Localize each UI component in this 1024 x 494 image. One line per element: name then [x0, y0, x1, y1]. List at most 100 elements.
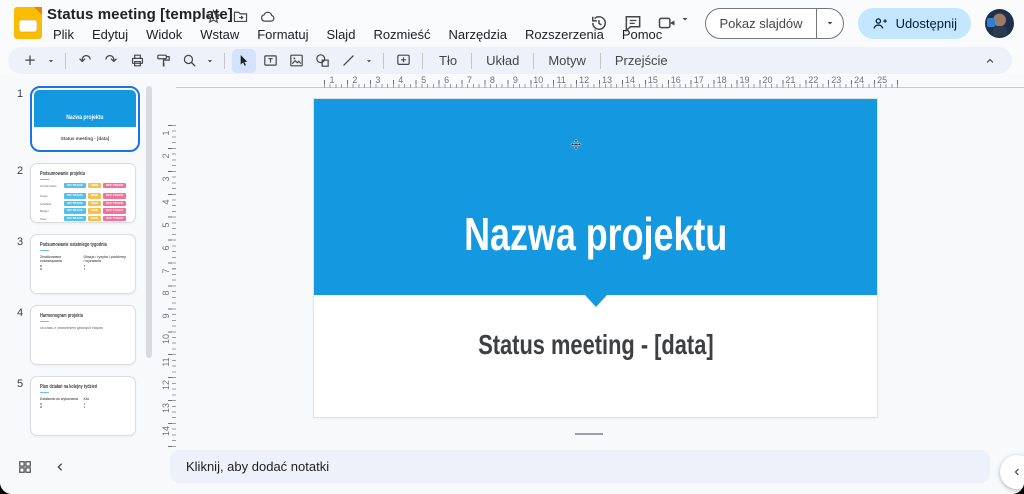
undo-button[interactable]: ↶ [73, 49, 97, 73]
h-ruler-number: 5 [417, 75, 431, 85]
thumb-bullets [84, 265, 128, 270]
cloud-saved-icon[interactable] [259, 8, 276, 25]
print-button[interactable] [125, 49, 149, 73]
thumb-column-header: Zrealizowane zobowiązania [40, 255, 84, 263]
menu-rozmie[interactable]: Rozmieść [366, 25, 437, 44]
toolbar-button-to[interactable]: Tło [430, 50, 466, 71]
slide-thumbnail-2[interactable]: Podsumowanie projektuOverall statusON TR… [30, 163, 136, 223]
redo-button[interactable]: ↷ [99, 49, 123, 73]
thumb-bullets [84, 403, 128, 408]
thumb-accent-dash [40, 179, 49, 180]
filmstrip: 1Nazwa projektuStatus meeting - [data]2P… [0, 86, 160, 436]
h-ruler-number: 4 [394, 75, 408, 85]
insert-shape-button[interactable] [310, 49, 334, 73]
thumb-status-row: ScheduleON TRACKRISKOFF TRACK [40, 201, 129, 206]
star-icon[interactable] [205, 8, 222, 25]
new-slide-button[interactable]: + [18, 49, 42, 73]
menu-slajd[interactable]: Slajd [320, 25, 363, 44]
menu-widok[interactable]: Widok [139, 25, 189, 44]
slide-thumbnail-5[interactable]: Plan działań na kolejny tydzieńDziałania… [30, 376, 136, 436]
h-ruler-number: 21 [783, 75, 797, 85]
h-ruler-number: 14 [623, 75, 637, 85]
paint-format-button[interactable] [151, 49, 175, 73]
menu-formatuj[interactable]: Formatuj [250, 25, 315, 44]
filmstrip-row: 1Nazwa projektuStatus meeting - [data] [0, 86, 160, 152]
slide-thumbnail-1[interactable]: Nazwa projektuStatus meeting - [data] [34, 90, 136, 148]
h-ruler-number: 20 [760, 75, 774, 85]
comments-icon[interactable] [623, 13, 643, 33]
h-ruler-number: 15 [646, 75, 660, 85]
menu-edytuj[interactable]: Edytuj [85, 25, 135, 44]
toolbar-button-ukad[interactable]: Układ [477, 50, 528, 71]
thumb-title: Nazwa projektu [66, 114, 103, 121]
collapse-toolbar-icon[interactable] [978, 49, 1002, 73]
grid-view-button[interactable] [18, 460, 32, 474]
slides-app-icon[interactable] [14, 7, 42, 39]
thumb-accent-dash [40, 392, 49, 393]
collapse-filmstrip-icon[interactable] [52, 459, 68, 475]
present-button[interactable]: Pokaz slajdów [705, 8, 843, 39]
thumb-column-header: Kto [84, 397, 128, 401]
thumb-status-label: Team [40, 217, 60, 221]
thumb-status-row: ScopeON TRACKRISKOFF TRACK [40, 193, 129, 198]
speaker-notes-input[interactable]: Kliknij, aby dodać notatki [170, 450, 990, 483]
slide-subtitle-text[interactable]: Status meeting - [data] [314, 329, 877, 361]
insert-line-button[interactable] [336, 49, 360, 73]
h-ruler-number: 25 [875, 75, 889, 85]
status-badge: ON TRACK [64, 193, 86, 198]
zoom-caret-icon[interactable] [203, 49, 217, 73]
version-history-icon[interactable] [589, 13, 609, 33]
filmstrip-row: 4Harmonogram projektuoś czasu z omówieni… [0, 305, 160, 365]
thumb-accent-dash [40, 321, 49, 322]
h-ruler-number: 22 [806, 75, 820, 85]
h-ruler-number: 7 [463, 75, 477, 85]
menu-plik[interactable]: Plik [46, 25, 81, 44]
new-slide-caret-icon[interactable] [44, 49, 58, 73]
meet-camera-icon[interactable] [657, 13, 677, 33]
zoom-button[interactable] [177, 49, 201, 73]
toolbar-divider [65, 53, 66, 69]
thumb-column-header: Okazje / ryzyka / problemy / wyzwania [84, 255, 128, 263]
account-avatar[interactable] [985, 9, 1014, 38]
icon-slide-glyph [20, 21, 36, 31]
slide-thumbnail-3[interactable]: Podsumowanie ostatniego tygodniaZrealizo… [30, 234, 136, 294]
selected-thumbnail-frame[interactable]: Nazwa projektuStatus meeting - [data] [30, 86, 140, 152]
status-badge: ON TRACK [64, 183, 86, 188]
v-ruler-number: 6 [161, 241, 171, 255]
v-ruler-number: 4 [161, 195, 171, 209]
h-ruler-number: 23 [829, 75, 843, 85]
text-box-button[interactable] [258, 49, 282, 73]
horizontal-ruler: 1234567891011121314151617181920212223242… [176, 75, 1024, 88]
move-to-folder-icon[interactable] [232, 8, 249, 25]
toolbar-button-przejcie[interactable]: Przejście [606, 50, 677, 71]
insert-image-button[interactable] [284, 49, 308, 73]
notes-resize-handle[interactable] [575, 433, 603, 435]
slide-canvas[interactable]: Nazwa projektu Status meeting - [data] [314, 99, 877, 417]
slide-title-text[interactable]: Nazwa projektu [314, 207, 877, 261]
filmstrip-row: 3Podsumowanie ostatniego tygodniaZrealiz… [0, 234, 160, 294]
toolbar-button-motyw[interactable]: Motyw [539, 50, 595, 71]
share-button[interactable]: Udostępnij [858, 8, 971, 39]
h-ruler-number: 1 [325, 75, 339, 85]
slide-title-block[interactable] [314, 99, 877, 295]
v-ruler-number: 7 [161, 264, 171, 278]
share-people-icon [872, 15, 889, 32]
meet-caret-icon[interactable] [679, 13, 691, 33]
present-label[interactable]: Pokaz slajdów [706, 16, 815, 31]
menu-wstaw[interactable]: Wstaw [193, 25, 246, 44]
thumb-bullets [40, 403, 84, 408]
toolbar-divider [224, 53, 225, 69]
thumb-title-block: Nazwa projektu [34, 90, 136, 127]
insert-comment-button[interactable] [391, 49, 415, 73]
slide-thumbnail-4[interactable]: Harmonogram projektuoś czasu z omówienie… [30, 305, 136, 365]
menu-narzdzia[interactable]: Narzędzia [442, 25, 515, 44]
thumb-title: Harmonogram projektu [40, 313, 83, 319]
line-caret-icon[interactable] [362, 49, 376, 73]
status-badge: RISK [88, 201, 101, 206]
present-caret-icon[interactable] [817, 17, 843, 29]
select-tool-button[interactable] [232, 49, 256, 73]
h-ruler-number: 10 [531, 75, 545, 85]
h-ruler-number: 13 [600, 75, 614, 85]
v-ruler-number: 2 [161, 149, 171, 163]
filmstrip-scrollbar[interactable] [146, 86, 152, 358]
